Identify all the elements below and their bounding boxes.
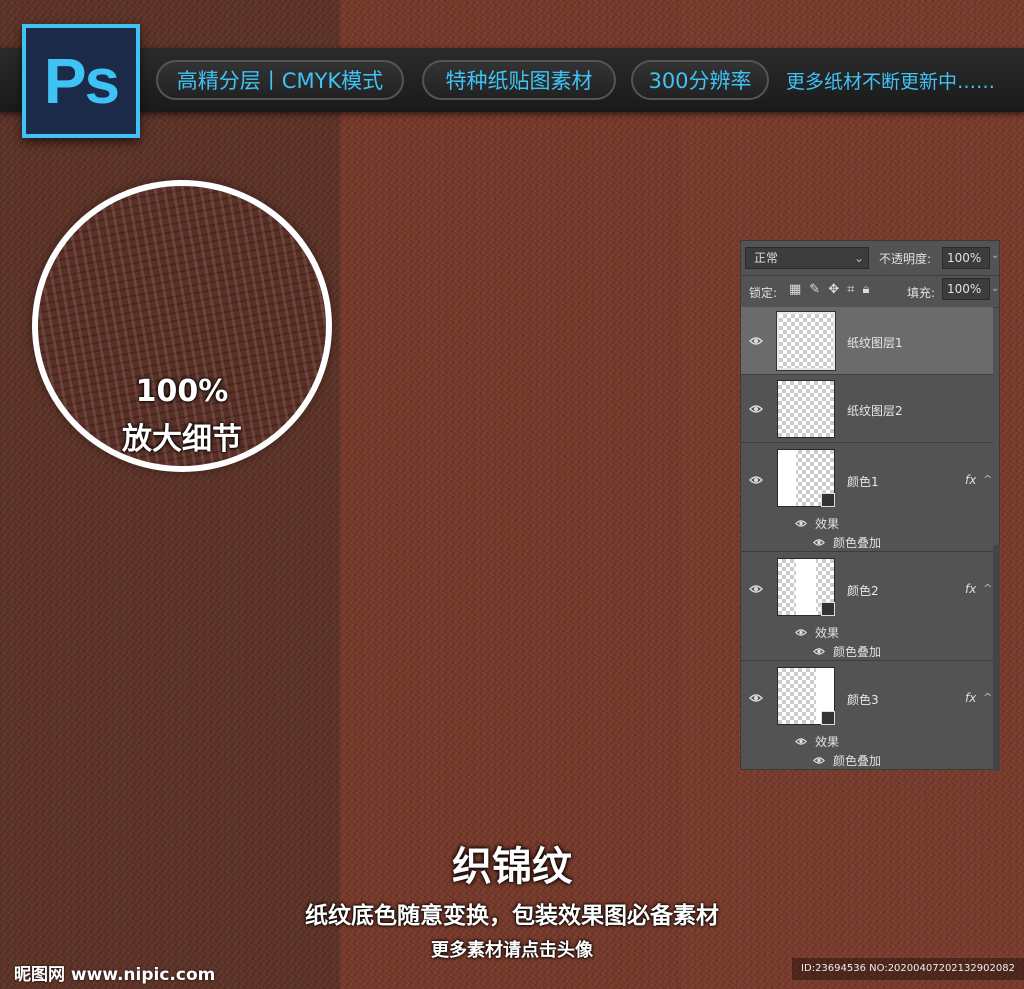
eye-icon[interactable] <box>749 475 763 485</box>
layer-thumbnail <box>777 380 835 438</box>
feature-pill-resolution: 300分辨率 <box>631 60 769 100</box>
smart-object-icon <box>821 711 835 725</box>
lock-transparent-icon[interactable]: ▦ <box>789 282 801 297</box>
eye-icon[interactable] <box>813 756 825 765</box>
panel-scrollbar[interactable] <box>993 545 1000 771</box>
eye-icon[interactable] <box>813 538 825 547</box>
lock-label: 锁定: <box>749 286 778 300</box>
effect-item: 颜色叠加 <box>833 754 882 768</box>
layer-name: 颜色3 <box>847 693 879 707</box>
layer-name: 颜色2 <box>847 584 879 598</box>
layer-name: 纸纹图层1 <box>847 336 903 350</box>
zoom-detail-circle: 100% 放大细节 <box>32 180 332 472</box>
banner-more-text: 更多纸材不断更新中…… <box>786 70 996 93</box>
layer-row-paper-2[interactable]: 纸纹图层2 <box>741 375 993 443</box>
opacity-label: 不透明度: <box>879 252 932 266</box>
layer-name: 颜色1 <box>847 475 879 489</box>
opacity-input[interactable]: 100% <box>942 247 990 269</box>
chevron-up-icon[interactable]: ^ <box>983 473 992 486</box>
chevron-up-icon[interactable]: ^ <box>983 582 992 595</box>
chevron-up-icon[interactable]: ^ <box>983 691 992 704</box>
effect-item: 颜色叠加 <box>833 645 882 659</box>
fill-input[interactable]: 100% <box>942 278 990 300</box>
layer-thumbnail <box>777 667 835 725</box>
lock-all-icon[interactable]: 🔒︎ <box>862 282 869 297</box>
opacity-chevron-icon[interactable]: ⌄ <box>991 250 999 261</box>
layer-thumbnail <box>776 311 836 371</box>
effects-label: 效果 <box>815 626 840 640</box>
image-id-strip: ID:23694536 NO:20200407202132902082 <box>792 958 1024 980</box>
smart-object-icon <box>821 493 835 507</box>
eye-icon[interactable] <box>749 404 763 414</box>
eye-icon[interactable] <box>795 737 807 746</box>
chevron-down-icon: ⌄ <box>853 251 864 265</box>
feature-pill-layers: 高精分层丨CMYK模式 <box>156 60 404 100</box>
lock-move-icon[interactable]: ✥ <box>828 282 839 297</box>
layer-thumbnail <box>777 449 835 507</box>
layer-row-color-1[interactable]: 颜色1 fx ^ 效果 颜色叠加 <box>741 443 993 552</box>
feature-pill-texture: 特种纸贴图素材 <box>422 60 616 100</box>
eye-icon[interactable] <box>749 336 763 346</box>
eye-icon[interactable] <box>749 693 763 703</box>
layer-row-paper-1[interactable]: 纸纹图层1 <box>741 307 993 375</box>
fx-icon[interactable]: fx <box>965 582 976 596</box>
effects-label: 效果 <box>815 735 840 749</box>
eye-icon[interactable] <box>795 628 807 637</box>
site-watermark: 昵图网 www.nipic.com <box>14 965 216 985</box>
zoom-label: 放大细节 <box>122 422 242 457</box>
layer-thumbnail <box>777 558 835 616</box>
fill-label: 填充: <box>907 286 936 300</box>
eye-icon[interactable] <box>795 519 807 528</box>
lock-artboard-icon[interactable]: ⌗ <box>847 282 854 297</box>
layer-name: 纸纹图层2 <box>847 404 903 418</box>
lock-icons: ▦ ✎ ✥ ⌗ 🔒︎ <box>789 282 869 297</box>
blend-mode-select[interactable]: 正常 ⌄ <box>745 247 869 269</box>
zoom-percent: 100% <box>135 374 229 409</box>
layer-row-color-2[interactable]: 颜色2 fx ^ 效果 颜色叠加 <box>741 552 993 661</box>
lock-paint-icon[interactable]: ✎ <box>809 282 820 297</box>
page-title: 织锦纹 <box>452 844 572 890</box>
blend-mode-value: 正常 <box>754 251 779 265</box>
eye-icon[interactable] <box>813 647 825 656</box>
fx-icon[interactable]: fx <box>965 691 976 705</box>
smart-object-icon <box>821 602 835 616</box>
layers-panel: 正常 ⌄ 不透明度: 100% ⌄ 锁定: ▦ ✎ ✥ ⌗ 🔒︎ 填充: 100… <box>740 240 1000 771</box>
fx-icon[interactable]: fx <box>965 473 976 487</box>
layer-row-color-3[interactable]: 颜色3 fx ^ 效果 颜色叠加 <box>741 661 993 769</box>
page-subtitle: 纸纹底色随意变换，包装效果图必备素材 <box>305 903 719 929</box>
photoshop-logo-icon: Ps <box>22 24 140 138</box>
blend-row: 正常 ⌄ 不透明度: 100% ⌄ <box>741 241 999 276</box>
fill-chevron-icon[interactable]: ⌄ <box>991 283 999 294</box>
effects-label: 效果 <box>815 517 840 531</box>
effect-item: 颜色叠加 <box>833 536 882 550</box>
eye-icon[interactable] <box>749 584 763 594</box>
